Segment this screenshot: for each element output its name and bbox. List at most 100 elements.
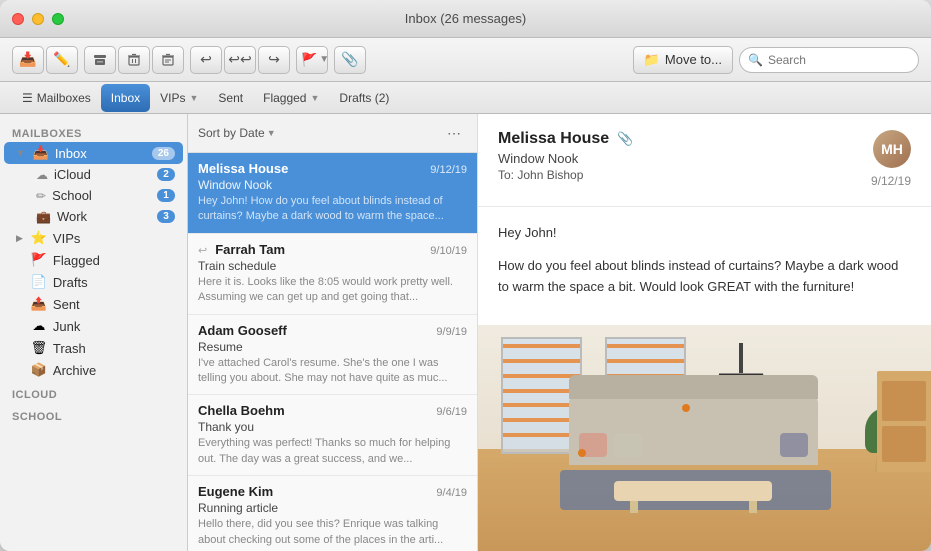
email-sender: Eugene Kim bbox=[198, 484, 273, 499]
more-options-button[interactable]: ⋯ bbox=[441, 120, 467, 146]
tab-flagged[interactable]: Flagged ▼ bbox=[253, 84, 329, 112]
sidebar-item-junk[interactable]: ▶ ☁ Junk bbox=[4, 315, 183, 337]
email-header-row: ↩ Farrah Tam 9/10/19 bbox=[198, 242, 467, 257]
school-section-header: School bbox=[0, 403, 187, 425]
pillow-3 bbox=[780, 433, 808, 457]
sent-icon: 📤 bbox=[31, 296, 47, 312]
coffee-table bbox=[614, 481, 773, 501]
sidebar-item-trash[interactable]: ▶ 🗑 Trash bbox=[4, 337, 183, 359]
reply-indicator-icon: ↩ bbox=[198, 244, 207, 257]
email-subject: Resume bbox=[198, 340, 467, 354]
blind-stripe-3 bbox=[503, 374, 581, 378]
tab-drafts[interactable]: Drafts (2) bbox=[329, 84, 399, 112]
email-detail: Melissa House 📎 Window Nook To: John Bis… bbox=[478, 114, 931, 551]
reply-all-button[interactable]: ↩↩ bbox=[224, 46, 256, 74]
tab-drafts-label: Drafts (2) bbox=[339, 91, 389, 105]
email-sender: Chella Boehm bbox=[198, 403, 285, 418]
email-header-left: Chella Boehm bbox=[198, 403, 436, 418]
move-to-button[interactable]: 📁 Move to... bbox=[633, 46, 733, 74]
sidebar-item-vips[interactable]: ▶ ⭐ VIPs bbox=[4, 227, 183, 249]
search-icon: 🔍 bbox=[748, 53, 763, 67]
sort-chevron-icon: ▼ bbox=[267, 128, 276, 138]
tab-mailboxes[interactable]: ☰ Mailboxes bbox=[12, 84, 101, 112]
email-list-item-1[interactable]: Melissa House 9/12/19 Window Nook Hey Jo… bbox=[188, 153, 477, 234]
detail-date: 9/12/19 bbox=[871, 174, 911, 188]
email-header-left: ↩ Farrah Tam bbox=[198, 242, 430, 257]
sidebar: Mailboxes ▼ 📥 Inbox 26 ☁ iCloud 2 ✏ Scho… bbox=[0, 114, 188, 551]
email-subject: Window Nook bbox=[198, 178, 467, 192]
email-date: 9/6/19 bbox=[436, 406, 467, 418]
reply-button[interactable]: ↩ bbox=[190, 46, 222, 74]
sidebar-item-icloud[interactable]: ☁ iCloud 2 bbox=[4, 164, 183, 185]
get-mail-button[interactable]: 📥 bbox=[12, 46, 44, 74]
archive-icon bbox=[93, 53, 107, 67]
email-list-item-3[interactable]: Adam Gooseff 9/9/19 Resume I've attached… bbox=[188, 315, 477, 396]
main-content: Mailboxes ▼ 📥 Inbox 26 ☁ iCloud 2 ✏ Scho… bbox=[0, 114, 931, 551]
traffic-lights bbox=[12, 13, 64, 25]
email-list-item-5[interactable]: Eugene Kim 9/4/19 Running article Hello … bbox=[188, 476, 477, 551]
work-badge: 3 bbox=[157, 210, 175, 223]
icloud-badge: 2 bbox=[157, 168, 175, 181]
email-list: Sort by Date ▼ ⋯ Melissa House 9/12/19 W… bbox=[188, 114, 478, 551]
sidebar-item-flagged[interactable]: ▶ 🚩 Flagged bbox=[4, 249, 183, 271]
cabinet-door bbox=[882, 381, 926, 422]
mailboxes-header: Mailboxes bbox=[0, 120, 187, 142]
email-header-left: Adam Gooseff bbox=[198, 323, 436, 338]
sort-by-label: Sort by Date bbox=[198, 126, 265, 140]
main-window: Inbox (26 messages) 📥 ✏️ bbox=[0, 0, 931, 551]
email-list-item-4[interactable]: Chella Boehm 9/6/19 Thank you Everything… bbox=[188, 395, 477, 476]
blind-stripe-1 bbox=[503, 344, 581, 348]
sidebar-item-inbox[interactable]: ▼ 📥 Inbox 26 bbox=[4, 142, 183, 164]
close-button[interactable] bbox=[12, 13, 24, 25]
sidebar-item-vips-label: VIPs bbox=[53, 231, 175, 246]
table-leg-1 bbox=[630, 501, 638, 513]
disclosure-icon: ▼ bbox=[16, 148, 25, 158]
tab-vips[interactable]: VIPs ▼ bbox=[150, 84, 208, 112]
sidebar-item-trash-label: Trash bbox=[53, 341, 175, 356]
email-date: 9/10/19 bbox=[430, 245, 467, 257]
detail-to-label: To: bbox=[498, 168, 514, 182]
flag-button[interactable]: 🚩 ▼ bbox=[296, 46, 328, 74]
junk-button[interactable] bbox=[152, 46, 184, 74]
sidebar-item-icloud-label: iCloud bbox=[54, 167, 151, 182]
reply-group: ↩ ↩↩ ↪ bbox=[190, 46, 290, 74]
archive-button[interactable] bbox=[84, 46, 116, 74]
sofa-back bbox=[569, 375, 818, 399]
detail-header: Melissa House 📎 Window Nook To: John Bis… bbox=[478, 114, 931, 207]
sort-by-button[interactable]: Sort by Date ▼ bbox=[198, 126, 276, 140]
sidebar-item-archive[interactable]: ▶ 📦 Archive bbox=[4, 359, 183, 381]
room-illustration bbox=[478, 325, 931, 551]
tab-inbox[interactable]: Inbox bbox=[101, 84, 150, 112]
email-list-item-2[interactable]: ↩ Farrah Tam 9/10/19 Train schedule Here… bbox=[188, 234, 477, 315]
sidebar-item-school[interactable]: ✏ School 1 bbox=[4, 185, 183, 206]
vips-chevron-icon: ▼ bbox=[190, 93, 199, 103]
forward-button[interactable]: ↪ bbox=[258, 46, 290, 74]
minimize-button[interactable] bbox=[32, 13, 44, 25]
school-icon: ✏ bbox=[36, 189, 46, 203]
detail-body-text: How do you feel about blinds instead of … bbox=[498, 256, 911, 298]
tab-sent[interactable]: Sent bbox=[208, 84, 253, 112]
search-input[interactable] bbox=[768, 53, 910, 67]
email-list-container: Melissa House 9/12/19 Window Nook Hey Jo… bbox=[188, 153, 477, 551]
email-header-left: Eugene Kim bbox=[198, 484, 436, 499]
email-header-row: Melissa House 9/12/19 bbox=[198, 161, 467, 176]
email-header-row: Eugene Kim 9/4/19 bbox=[198, 484, 467, 499]
delete-button[interactable] bbox=[118, 46, 150, 74]
email-subject: Train schedule bbox=[198, 259, 467, 273]
tab-bar: ☰ Mailboxes Inbox VIPs ▼ Sent Flagged ▼ … bbox=[0, 82, 931, 114]
compose-button[interactable]: ✏️ bbox=[46, 46, 78, 74]
detail-body: Hey John! How do you feel about blinds i… bbox=[478, 207, 931, 325]
message-actions-group bbox=[84, 46, 184, 74]
note-button[interactable]: 📎 bbox=[334, 46, 366, 74]
detail-greeting: Hey John! bbox=[498, 223, 911, 244]
maximize-button[interactable] bbox=[52, 13, 64, 25]
sidebar-item-flagged-label: Flagged bbox=[53, 253, 175, 268]
tab-sent-label: Sent bbox=[218, 91, 243, 105]
sidebar-item-drafts[interactable]: ▶ 📄 Drafts bbox=[4, 271, 183, 293]
pillow-2 bbox=[614, 433, 642, 457]
sidebar-item-sent[interactable]: ▶ 📤 Sent bbox=[4, 293, 183, 315]
detail-image bbox=[478, 325, 931, 551]
sidebar-item-work[interactable]: 💼 Work 3 bbox=[4, 206, 183, 227]
detail-subject-row: Window Nook bbox=[498, 151, 871, 166]
detail-to-row: To: John Bishop bbox=[498, 168, 871, 182]
